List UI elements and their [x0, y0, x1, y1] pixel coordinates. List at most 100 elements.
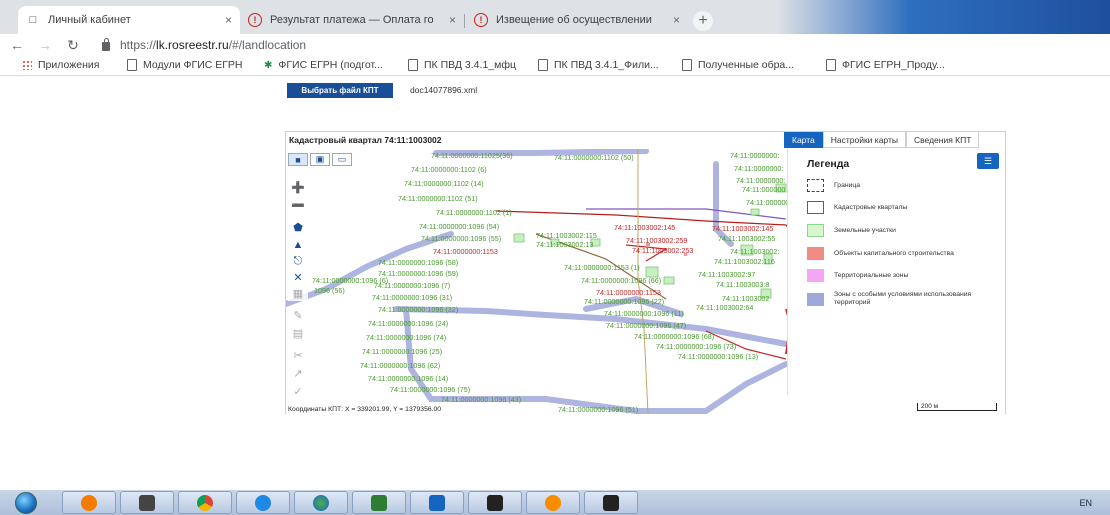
parcel-label: 74:11:0000000:1096 (51) — [558, 405, 639, 414]
pick-kpt-file-button[interactable]: Выбрать файл КПТ — [287, 83, 393, 98]
draw-polygon-icon[interactable]: ⬟ — [288, 219, 308, 235]
globe-icon — [313, 494, 329, 511]
land-parcel — [663, 276, 675, 285]
viewer-icon — [487, 494, 503, 511]
reload-icon[interactable]: ↻ — [62, 37, 84, 54]
parcel-label: 74:11:0000000:1096 (47) — [606, 321, 687, 330]
save-icon[interactable]: ▤ — [288, 325, 308, 341]
tab-payment-result[interactable]: ! Результат платежа — Оплата го × — [240, 6, 464, 34]
clear-icon[interactable]: ✕ — [288, 269, 308, 285]
legend-label: Зоны с особыми условиями использования т… — [834, 291, 972, 306]
internet-explorer-icon — [255, 494, 271, 511]
taskbar-paint[interactable] — [120, 491, 174, 514]
new-tab-button[interactable]: + — [693, 11, 713, 31]
select-polygon-icon[interactable]: ▭ — [332, 153, 352, 166]
parcel-label: 74:11:0000000:1096 (54) — [419, 222, 500, 231]
draw-shape-icon[interactable]: ▲ — [288, 237, 308, 253]
taskbar-chrome[interactable] — [178, 491, 232, 514]
tab-kpt-info[interactable]: Сведения КПТ — [905, 132, 980, 148]
zoom-out-icon[interactable]: ➖ — [288, 197, 308, 213]
confirm-icon[interactable]: ✓ — [288, 383, 308, 399]
parcel-label: 74:11:1003002:64 — [696, 303, 754, 312]
parcel-label: 1096 (56) — [314, 286, 345, 295]
legend-swatch — [807, 179, 824, 192]
start-button[interactable] — [6, 490, 46, 515]
bookmark-pk-pvd-fili[interactable]: ПК ПВД 3.4.1_Фили... — [538, 59, 659, 71]
edit-icon[interactable]: ✎ — [288, 307, 308, 323]
delete-icon[interactable]: ▦ — [288, 285, 308, 301]
tab-notice[interactable]: ! Извещение об осуществлении × — [466, 6, 688, 34]
legend-item-quarters: Кадастровые кварталы — [807, 201, 974, 214]
tab-map-settings[interactable]: Настройки карты — [822, 132, 906, 148]
bookmark-pk-pvd-mfc[interactable]: ПК ПВД 3.4.1_мфц — [408, 59, 516, 71]
parcel-label: 74:11:1003002:259 — [626, 236, 688, 245]
close-icon[interactable]: × — [449, 13, 456, 27]
legend-list-icon[interactable]: ☰ — [977, 153, 999, 169]
map-legend: Легенда ☰ Граница Кадастровые кварталы З… — [787, 149, 1005, 395]
parcel-label: 74:11:0000000:1096 (25) — [362, 347, 443, 356]
close-icon[interactable]: × — [225, 13, 232, 27]
bookmark-fgis-prep[interactable]: ✱ ФГИС ЕГРН (подгот... — [264, 59, 383, 71]
taskbar-excel[interactable] — [352, 491, 406, 514]
taskbar-viewer-2[interactable] — [584, 491, 638, 514]
parcel-label: 74:11:000000 — [742, 185, 786, 194]
back-arrow-icon[interactable]: ← — [6, 37, 28, 53]
parcel-label: 74:11:0000000:1096 (58) — [378, 258, 459, 267]
bookmark-label: ФГИС ЕГРН_Проду... — [842, 59, 945, 71]
bookmark-label: Модули ФГИС ЕГРН — [143, 59, 243, 71]
land-parcel — [513, 233, 525, 243]
parcel-label: 74:11:0000000:1096 (75) — [390, 385, 471, 394]
url-host: lk.rosreestr.ru — [156, 38, 229, 52]
taskbar-cartoon[interactable] — [526, 491, 580, 514]
taskbar-media-player[interactable] — [62, 491, 116, 514]
legend-item-land: Земельные участки — [807, 224, 974, 237]
map-canvas[interactable]: 74:11:0000000:11025(36) 74:11:0000000:11… — [286, 149, 1005, 414]
bookmarks-bar: Приложения Модули ФГИС ЕГРН ✱ ФГИС ЕГРН … — [0, 56, 1110, 76]
legend-label: Кадастровые кварталы — [834, 203, 908, 211]
forward-arrow-icon[interactable]: → — [34, 37, 56, 53]
legend-title: Легенда — [807, 158, 850, 170]
bookmark-fgis-prod[interactable]: ФГИС ЕГРН_Проду... — [826, 59, 945, 71]
tab-title: Результат платежа — Оплата го — [270, 14, 434, 26]
bookmark-modules[interactable]: Модули ФГИС ЕГРН — [127, 59, 243, 71]
parcel-label: 74:11:0000000:1096 (74) — [366, 333, 447, 342]
parcel-label: 74:11:1003003:8 — [716, 280, 770, 289]
select-box-icon[interactable]: ▣ — [310, 153, 330, 166]
tab-map[interactable]: Карта — [784, 132, 823, 148]
tab-personal-cabinet[interactable]: □ Личный кабинет × — [18, 6, 240, 34]
zoom-in-icon[interactable]: ➕ — [288, 179, 308, 195]
taskbar-word[interactable] — [410, 491, 464, 514]
language-indicator[interactable]: EN — [1079, 498, 1092, 508]
panel-tabs: Карта Настройки карты Сведения КПТ — [784, 132, 980, 148]
legend-item-boundary: Граница — [807, 179, 974, 192]
parcel-label: 74:11:1003002:55 — [718, 234, 776, 243]
legend-item-territorial: Территориальные зоны — [807, 269, 974, 282]
browser-tab-strip: □ Личный кабинет × ! Результат платежа —… — [0, 0, 1110, 34]
legend-swatch — [807, 292, 824, 306]
move-icon[interactable]: ↗ — [288, 365, 308, 381]
close-icon[interactable]: × — [673, 13, 680, 27]
parcel-label: 74:11:0000000:1102 (50) — [554, 153, 634, 162]
url-field[interactable]: https://lk.rosreestr.ru/#/landlocation — [120, 38, 306, 52]
zone-road — [393, 306, 789, 347]
taskbar-ie[interactable] — [236, 491, 290, 514]
legend-label: Территориальные зоны — [834, 271, 909, 279]
coordinates-readout: Координаты КПТ: X = 339201.99, Y = 13793… — [288, 406, 442, 413]
bookmark-received[interactable]: Полученные обра... — [682, 59, 794, 71]
cut-icon[interactable]: ✂ — [288, 347, 308, 363]
select-rect-icon[interactable]: ■ — [288, 153, 308, 166]
parcel-label: 74:11:0000000:1096 (13) — [678, 352, 759, 361]
legend-swatch — [807, 224, 824, 237]
bookmark-apps[interactable]: Приложения — [22, 59, 99, 71]
lock-icon — [102, 37, 110, 51]
viewer-icon — [603, 494, 619, 511]
bookmark-label: Приложения — [38, 59, 100, 71]
taskbar-globe[interactable] — [294, 491, 348, 514]
selected-file-name: doc14077896.xml — [410, 85, 478, 95]
parcel-label: 74:11:0000000:1153 (1) — [564, 263, 640, 272]
taskbar-viewer[interactable] — [468, 491, 522, 514]
parcel-label: 74:11:1003002:253 — [632, 246, 694, 255]
legend-item-restricted: Зоны с особыми условиями использования т… — [807, 291, 974, 307]
download-icon[interactable]: ⎋ — [288, 253, 308, 269]
parcel-label: 74:11:0000000:1153 — [596, 288, 661, 297]
